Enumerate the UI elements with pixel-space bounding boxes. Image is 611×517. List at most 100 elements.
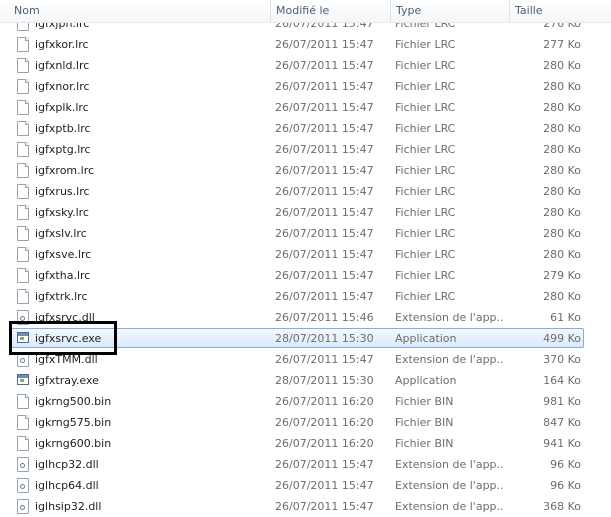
file-row[interactable]: igfxsky.lrc 26/07/2011 15:47 Fichier LRC 28…: [0, 202, 611, 223]
file-name: igkrng575.bin: [35, 416, 112, 429]
file-row[interactable]: igfxptg.lrc 26/07/2011 15:47 Fichier LRC 28…: [0, 139, 611, 160]
file-icon-cell: [16, 160, 30, 181]
file-type: Fichier LRC: [395, 227, 456, 240]
file-modified-date: 26/07/2011 15:47: [275, 227, 374, 240]
file-row[interactable]: igkrng600.bin 26/07/2011 16:20 Fichier BIN…: [0, 433, 611, 454]
file-size: 370 Ko: [543, 353, 581, 366]
file-modified-date: 26/07/2011 15:47: [275, 206, 374, 219]
column-header-name[interactable]: Nom: [9, 0, 267, 22]
file-icon-cell: [16, 475, 30, 496]
file-icon-cell: [16, 202, 30, 223]
document-icon: [17, 205, 29, 220]
file-icon-cell: [16, 433, 30, 454]
file-row[interactable]: igfxtrk.lrc 26/07/2011 15:47 Fichier LRC 28…: [0, 286, 611, 307]
file-name: igfxptg.lrc: [35, 143, 91, 156]
file-name: igfxslv.lrc: [35, 227, 87, 240]
file-icon-cell: [16, 412, 30, 433]
file-modified-date: 26/07/2011 15:47: [275, 269, 374, 282]
dll-icon: [17, 457, 29, 472]
file-name: igfxsve.lrc: [35, 248, 92, 261]
file-size: 280 Ko: [543, 122, 581, 135]
file-modified-date: 28/07/2011 15:30: [275, 332, 374, 345]
file-size: 61 Ko: [550, 311, 581, 324]
file-icon-cell: [16, 118, 30, 139]
file-size: 499 Ko: [543, 332, 581, 345]
file-modified-date: 26/07/2011 15:47: [275, 101, 374, 114]
file-icon-cell: [16, 181, 30, 202]
file-row[interactable]: igfxtha.lrc 26/07/2011 15:47 Fichier LRC 27…: [0, 265, 611, 286]
document-icon: [17, 415, 29, 430]
file-name: igfxtrk.lrc: [35, 290, 88, 303]
document-icon: [17, 247, 29, 262]
file-name: igfxkor.lrc: [35, 38, 89, 51]
file-name: igfxplk.lrc: [35, 101, 89, 114]
file-size: 280 Ko: [543, 59, 581, 72]
file-size: 280 Ko: [543, 80, 581, 93]
file-type: Fichier LRC: [395, 101, 456, 114]
file-type: Fichier LRC: [395, 269, 456, 282]
file-name: igkrng600.bin: [35, 437, 112, 450]
file-size: 279 Ko: [543, 269, 581, 282]
file-size: 280 Ko: [543, 227, 581, 240]
file-size: 280 Ko: [543, 248, 581, 261]
file-row[interactable]: iglhcp32.dll 26/07/2011 15:47 Extension de…: [0, 454, 611, 475]
file-type: Extension de l'app...: [395, 458, 503, 471]
file-row[interactable]: igkrng575.bin 26/07/2011 16:20 Fichier BIN…: [0, 412, 611, 433]
file-row[interactable]: igfxkor.lrc 26/07/2011 15:47 Fichier LRC 27…: [0, 34, 611, 55]
dll-icon: [17, 478, 29, 493]
file-icon-cell: [16, 391, 30, 412]
column-header-size[interactable]: Taille: [509, 0, 611, 22]
file-row[interactable]: igfxrom.lrc 26/07/2011 15:47 Fichier LRC 28…: [0, 160, 611, 181]
file-icon-cell: [16, 286, 30, 307]
file-type: Fichier BIN: [395, 395, 454, 408]
file-modified-date: 26/07/2011 15:47: [275, 458, 374, 471]
file-type: Fichier LRC: [395, 143, 456, 156]
file-row[interactable]: igfxnor.lrc 26/07/2011 15:47 Fichier LRC 28…: [0, 76, 611, 97]
column-header-bar: Nom Modifié le Type Taille: [0, 0, 611, 23]
file-icon-cell: [16, 265, 30, 286]
document-icon: [17, 184, 29, 199]
file-row[interactable]: igkrng500.bin 26/07/2011 16:20 Fichier BIN…: [0, 391, 611, 412]
file-name: igfxsky.lrc: [35, 206, 89, 219]
document-icon: [17, 142, 29, 157]
column-header-type[interactable]: Type: [390, 0, 508, 22]
file-row[interactable]: igfxtray.exe 28/07/2011 15:30 Application 1…: [0, 370, 611, 391]
file-row[interactable]: igfxsve.lrc 26/07/2011 15:47 Fichier LRC 28…: [0, 244, 611, 265]
annotation-highlight-box: [9, 321, 117, 355]
file-row[interactable]: igfxnld.lrc 26/07/2011 15:47 Fichier LRC 28…: [0, 55, 611, 76]
file-row[interactable]: igfxslv.lrc 26/07/2011 15:47 Fichier LRC 28…: [0, 223, 611, 244]
document-icon: [17, 58, 29, 73]
file-name: igfxtray.exe: [35, 374, 99, 387]
file-row[interactable]: igfxptb.lrc 26/07/2011 15:47 Fichier LRC 28…: [0, 118, 611, 139]
file-type: Extension de l'app...: [395, 311, 503, 324]
file-modified-date: 26/07/2011 16:20: [275, 437, 374, 450]
file-type: Extension de l'app...: [395, 479, 503, 492]
file-modified-date: 26/07/2011 15:47: [275, 290, 374, 303]
file-type: Fichier BIN: [395, 416, 454, 429]
file-name: igfxtha.lrc: [35, 269, 91, 282]
file-modified-date: 26/07/2011 15:47: [275, 164, 374, 177]
document-icon: [17, 226, 29, 241]
file-name: igfxrom.lrc: [35, 164, 95, 177]
file-icon-cell: [16, 55, 30, 76]
file-modified-date: 26/07/2011 15:47: [275, 122, 374, 135]
file-type: Fichier LRC: [395, 59, 456, 72]
file-row[interactable]: igfxrus.lrc 26/07/2011 15:47 Fichier LRC 28…: [0, 181, 611, 202]
column-header-date[interactable]: Modifié le: [270, 0, 388, 22]
file-modified-date: 26/07/2011 16:20: [275, 395, 374, 408]
file-row[interactable]: iglhcp64.dll 26/07/2011 15:47 Extension de…: [0, 475, 611, 496]
dll-icon: [17, 499, 29, 514]
file-size: 280 Ko: [543, 206, 581, 219]
file-modified-date: 26/07/2011 15:47: [275, 80, 374, 93]
file-modified-date: 26/07/2011 15:47: [275, 479, 374, 492]
file-row[interactable]: igfxplk.lrc 26/07/2011 15:47 Fichier LRC 28…: [0, 97, 611, 118]
file-icon-cell: [16, 370, 30, 391]
file-type: Fichier LRC: [395, 185, 456, 198]
file-name: igfxnor.lrc: [35, 80, 90, 93]
file-size: 981 Ko: [543, 395, 581, 408]
file-size: 280 Ko: [543, 185, 581, 198]
file-type: Fichier LRC: [395, 248, 456, 261]
file-size: 280 Ko: [543, 164, 581, 177]
file-type: Fichier LRC: [395, 290, 456, 303]
application-icon: [17, 374, 29, 385]
